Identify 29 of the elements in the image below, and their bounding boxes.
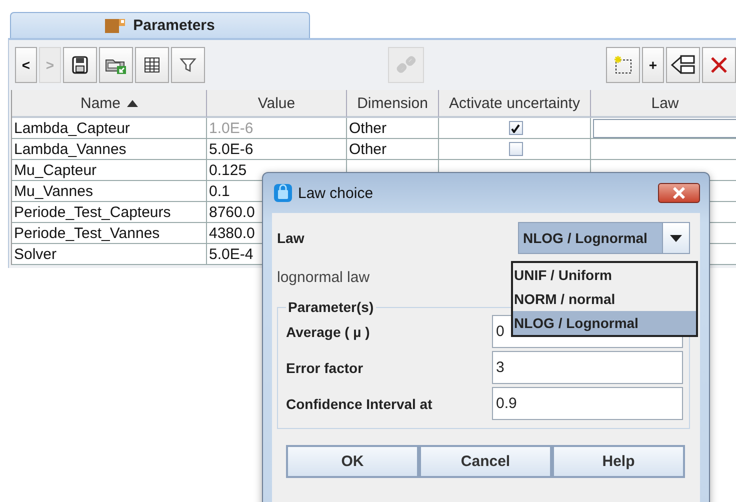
name-text: Mu_Capteur (14, 162, 97, 178)
value-text: 0.125 (209, 162, 247, 178)
name-text: Mu_Vannes (14, 182, 93, 200)
dimension-text: Other (349, 120, 387, 136)
tab-label: Parameters (133, 17, 215, 34)
law-description: lognormal law (277, 268, 370, 288)
dialog-title: Law choice (298, 184, 374, 202)
column-label: Value (258, 94, 296, 112)
value-text: 4380.0 (209, 224, 255, 242)
name-text: Solver (14, 246, 57, 262)
value-text: 0.1 (209, 182, 230, 200)
value-text: 1.0E-6 (209, 120, 254, 136)
column-label: Activate uncertainty (449, 94, 580, 112)
name-text: Lambda_Capteur (14, 120, 130, 136)
group-title: Parameter(s) (287, 299, 375, 315)
law-label: Law (277, 230, 304, 246)
value-text: 5.0E-4 (209, 246, 254, 262)
parameter-label: Average ( µ ) (286, 324, 370, 340)
value-text: 5.0E-6 (209, 140, 254, 158)
column-label: Name (80, 94, 120, 112)
name-text: Lambda_Vannes (14, 140, 126, 158)
column-label: Law (651, 94, 679, 112)
dimension-text: Other (349, 140, 387, 158)
name-text: Periode_Test_Vannes (14, 224, 160, 242)
name-text: Periode_Test_Capteurs (14, 204, 171, 220)
column-label: Dimension (357, 94, 428, 112)
value-text: 8760.0 (209, 204, 255, 220)
parameter-label: Confidence Interval at (286, 396, 432, 412)
parameter-label: Error factor (286, 360, 364, 376)
